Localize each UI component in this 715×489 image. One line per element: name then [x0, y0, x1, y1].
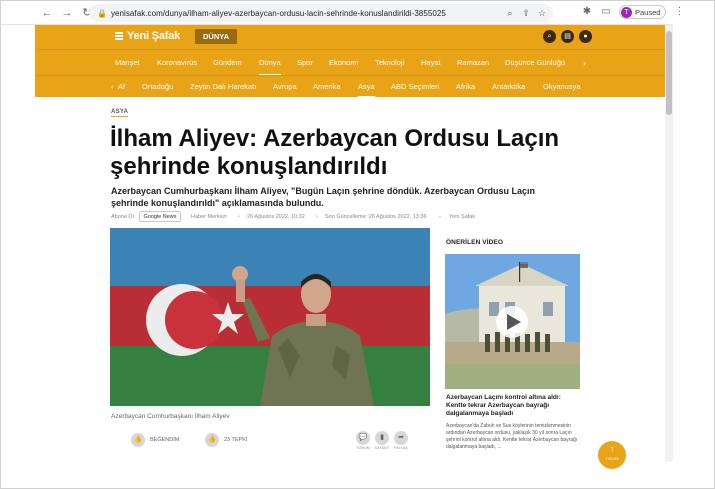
- save-label: KAYDET: [374, 446, 390, 450]
- browser-window: ← → ↻ 🔒 yenisafak.com/dunya/ilham-aliyev…: [0, 0, 715, 489]
- nav-item-dusunce[interactable]: Düşünce Günlüğü: [505, 50, 565, 76]
- sub-nav-item-amerika[interactable]: Amerika: [313, 76, 341, 98]
- newspaper-icon[interactable]: ▤: [561, 30, 574, 43]
- nav-item-ekonomi[interactable]: Ekonomi: [329, 50, 358, 76]
- sub-nav-item-ortadogu[interactable]: Ortadoğu: [142, 76, 173, 98]
- extensions-icon[interactable]: ✱: [581, 5, 593, 19]
- meta-separator: •: [316, 214, 318, 220]
- profile-avatar: T: [621, 6, 632, 18]
- profile-button[interactable]: T Paused: [619, 5, 667, 19]
- article-lead: Azerbaycan Cumhurbaşkanı İlham Aliyev, "…: [111, 186, 536, 208]
- recommended-video-thumbnail[interactable]: [445, 254, 580, 389]
- sub-nav-item-zeytin[interactable]: Zeytin Dalı Harekatı: [190, 76, 256, 98]
- updated-date: Son Güncelleme: 26 Ağustos 2022, 13:36: [325, 214, 427, 220]
- article-category[interactable]: ASYA: [111, 109, 129, 117]
- sub-nav-item-okyanusya[interactable]: Okyanusya: [543, 76, 581, 98]
- scrollbar-thumb[interactable]: [666, 31, 672, 115]
- reactions-label: 23 TEPKİ: [224, 437, 248, 443]
- thumbs-up-icon: 👍: [205, 433, 219, 447]
- nav-item-dunya[interactable]: Dünya: [259, 50, 281, 76]
- share-arrow-icon: ➦: [394, 431, 408, 445]
- zoom-icon[interactable]: ⌕: [505, 7, 515, 19]
- follow-label: Abone Ol: [111, 214, 134, 220]
- profile-status: Paused: [635, 7, 661, 17]
- site-logo[interactable]: Yeni Şafak: [127, 30, 180, 42]
- recommended-video-headline[interactable]: Azerbaycan Laçını kontrol altına aldı: K…: [446, 394, 580, 418]
- browser-toolbar: ← → ↻ 🔒 yenisafak.com/dunya/ilham-aliyev…: [1, 1, 684, 25]
- nav-item-koronavirus[interactable]: Koronavirüs: [157, 50, 197, 76]
- sub-nav-back-label[interactable]: Af: [118, 76, 125, 98]
- meta-separator: •: [238, 214, 240, 220]
- publish-date: 26 Ağustos 2022, 10:32: [247, 214, 305, 220]
- more-menu-icon[interactable]: ⋮: [673, 5, 685, 19]
- sub-nav-item-antarktika[interactable]: Antarktika: [492, 76, 525, 98]
- sub-nav-item-afrika[interactable]: Afrika: [456, 76, 475, 98]
- photo-caption: Azerbaycan Cumhurbaşkanı İlham Aliyev: [111, 413, 230, 420]
- page-scrollbar[interactable]: [665, 25, 673, 462]
- article-photo: [110, 228, 430, 406]
- like-label: BEĞENDİM: [150, 437, 180, 443]
- chevron-right-icon[interactable]: ›: [583, 50, 586, 76]
- recommended-video-title: ÖNERİLEN VİDEO: [446, 239, 504, 246]
- url-text: yenisafak.com/dunya/ilham-aliyev-azerbay…: [111, 8, 446, 18]
- share-page-icon[interactable]: ⇪: [521, 7, 531, 19]
- bookmark-icon: ▮: [375, 431, 389, 445]
- back-arrow-icon[interactable]: ←: [39, 5, 55, 21]
- save-button[interactable]: ▮ KAYDET: [374, 431, 390, 450]
- nav-item-spor[interactable]: Spor: [297, 50, 313, 76]
- share-label: PAYLAŞ: [394, 446, 408, 450]
- chevron-left-icon[interactable]: ‹: [111, 76, 114, 98]
- article-source: Haber Merkezi: [191, 214, 227, 220]
- search-icon[interactable]: ⌕: [543, 30, 556, 43]
- forward-arrow-icon[interactable]: →: [59, 5, 75, 21]
- google-news-button[interactable]: Google News: [139, 211, 181, 222]
- article-author: Yeni Şafak: [449, 214, 476, 220]
- nav-item-teknoloji[interactable]: Teknoloji: [375, 50, 404, 76]
- share-button[interactable]: ➦ PAYLAŞ: [393, 431, 409, 450]
- arrow-up-icon: ↑: [609, 444, 615, 455]
- section-badge[interactable]: DÜNYA: [195, 29, 237, 44]
- meta-separator: •: [439, 214, 441, 220]
- sub-nav-item-avrupa[interactable]: Avrupa: [273, 76, 297, 98]
- sub-nav-item-asya[interactable]: Asya: [358, 76, 375, 98]
- scroll-top-button[interactable]: ↑ YUKARI: [598, 441, 626, 469]
- video-thumbnail-illustration: [445, 254, 580, 389]
- nav-item-manset[interactable]: Manşet: [115, 50, 140, 76]
- comment-label: YORUM: [356, 446, 370, 450]
- site-header: Yeni Şafak DÜNYA ⌕ ▤ ●: [35, 25, 665, 49]
- article-headline: İlham Aliyev: Azerbaycan Ordusu Laçın şe…: [110, 125, 560, 180]
- nav-item-gundem[interactable]: Gündem: [213, 50, 242, 76]
- like-button[interactable]: 👍 BEĞENDİM: [131, 433, 179, 447]
- main-navigation: Manşet Koronavirüs Gündem Dünya Spor Eko…: [35, 49, 665, 76]
- nav-item-ramazan[interactable]: Ramazan: [457, 50, 489, 76]
- address-bar[interactable]: 🔒 yenisafak.com/dunya/ilham-aliyev-azerb…: [89, 4, 553, 22]
- article-photo-illustration: [110, 228, 430, 406]
- user-icon[interactable]: ●: [579, 30, 592, 43]
- comment-button[interactable]: 💬 YORUM: [355, 431, 371, 450]
- scroll-top-label: YUKARI: [605, 457, 619, 461]
- hamburger-menu-icon[interactable]: [115, 32, 123, 40]
- article-actions: 👍 BEĞENDİM 👍 23 TEPKİ 💬 YORUM ▮ KAYDET ➦…: [129, 431, 429, 455]
- thumbs-up-icon: 👍: [131, 433, 145, 447]
- recommended-video-description: Azerbaycan'da Zabuh ve Sus köylerinin te…: [446, 423, 578, 450]
- comment-icon: 💬: [356, 431, 370, 445]
- bookmark-star-icon[interactable]: ☆: [537, 7, 547, 19]
- sub-navigation: ‹ Af Ortadoğu Zeytin Dalı Harekatı Avrup…: [35, 75, 665, 98]
- article-meta: Abone Ol Google News Haber Merkezi • 26 …: [111, 211, 511, 223]
- side-panel-icon[interactable]: ▭: [600, 5, 612, 19]
- nav-item-hayat[interactable]: Hayat: [421, 50, 441, 76]
- sub-nav-item-abd[interactable]: ABD Seçimleri: [391, 76, 439, 98]
- lock-icon[interactable]: 🔒: [97, 9, 107, 18]
- reactions-button[interactable]: 👍 23 TEPKİ: [205, 433, 247, 447]
